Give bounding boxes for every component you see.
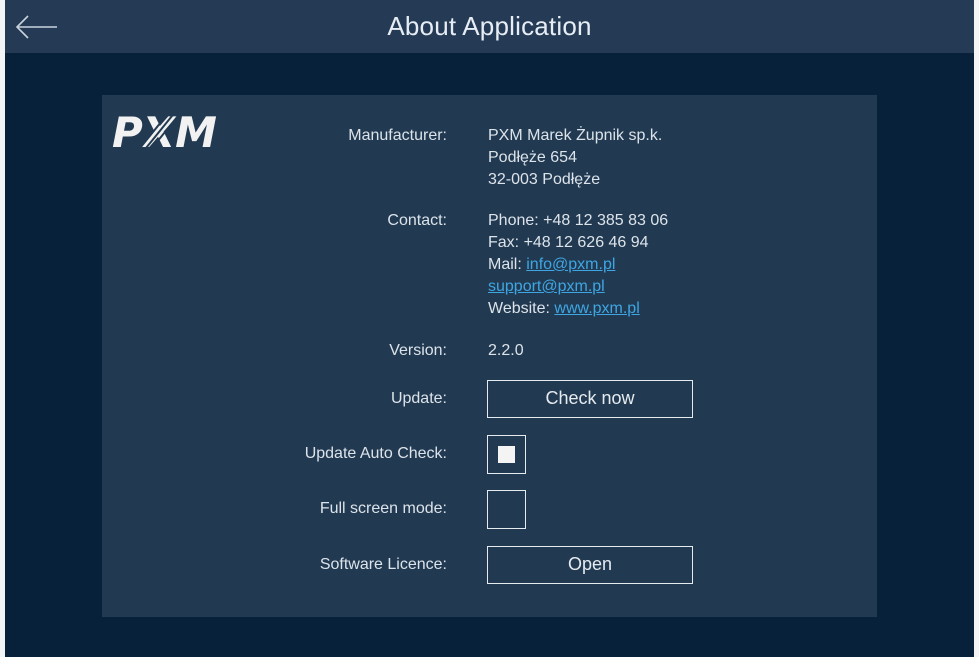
update-label: Update: (390, 390, 447, 407)
full-screen-label: Full screen mode: (319, 500, 447, 517)
contact-fax: Fax: +48 12 626 46 94 (488, 234, 649, 251)
contact-website: Website: www.pxm.pl (488, 298, 668, 320)
version-value: 2.2.0 (488, 342, 524, 359)
contact-mail: Mail: info@pxm.pl (488, 254, 668, 276)
auto-check-checkbox[interactable] (487, 435, 526, 474)
manufacturer-value: PXM Marek Żupnik sp.k. Podłęże 654 32-00… (488, 125, 662, 191)
title-bar: About Application (5, 0, 974, 53)
contact-value: Phone: +48 12 385 83 06 Fax: +48 12 626 … (488, 210, 668, 320)
manufacturer-city: 32-003 Podłęże (488, 171, 601, 188)
check-now-button[interactable]: Check now (487, 380, 693, 418)
website-link[interactable]: www.pxm.pl (554, 300, 639, 317)
version-label: Version: (389, 342, 447, 359)
licence-label: Software Licence: (319, 556, 447, 573)
checkbox-checked-mark (498, 446, 515, 463)
app-window: About Application PXM Manufacturer: PXM … (5, 0, 974, 657)
contact-phone: Phone: +48 12 385 83 06 (488, 212, 669, 229)
website-prefix: Website: (488, 300, 555, 317)
about-panel: PXM Manufacturer: PXM Marek Żupnik sp.k.… (102, 95, 877, 617)
mail-support-link[interactable]: support@pxm.pl (488, 278, 605, 295)
full-screen-checkbox[interactable] (487, 490, 526, 529)
manufacturer-label: Manufacturer: (348, 127, 447, 144)
mail-info-link[interactable]: info@pxm.pl (526, 256, 615, 273)
page-title: About Application (387, 11, 592, 41)
contact-support: support@pxm.pl (488, 276, 668, 298)
auto-check-label: Update Auto Check: (304, 445, 447, 462)
open-licence-button[interactable]: Open (487, 546, 693, 584)
mail-prefix: Mail: (488, 256, 527, 273)
contact-label: Contact: (387, 212, 447, 229)
manufacturer-name: PXM Marek Żupnik sp.k. (488, 127, 663, 144)
manufacturer-address: Podłęże 654 (488, 149, 577, 166)
